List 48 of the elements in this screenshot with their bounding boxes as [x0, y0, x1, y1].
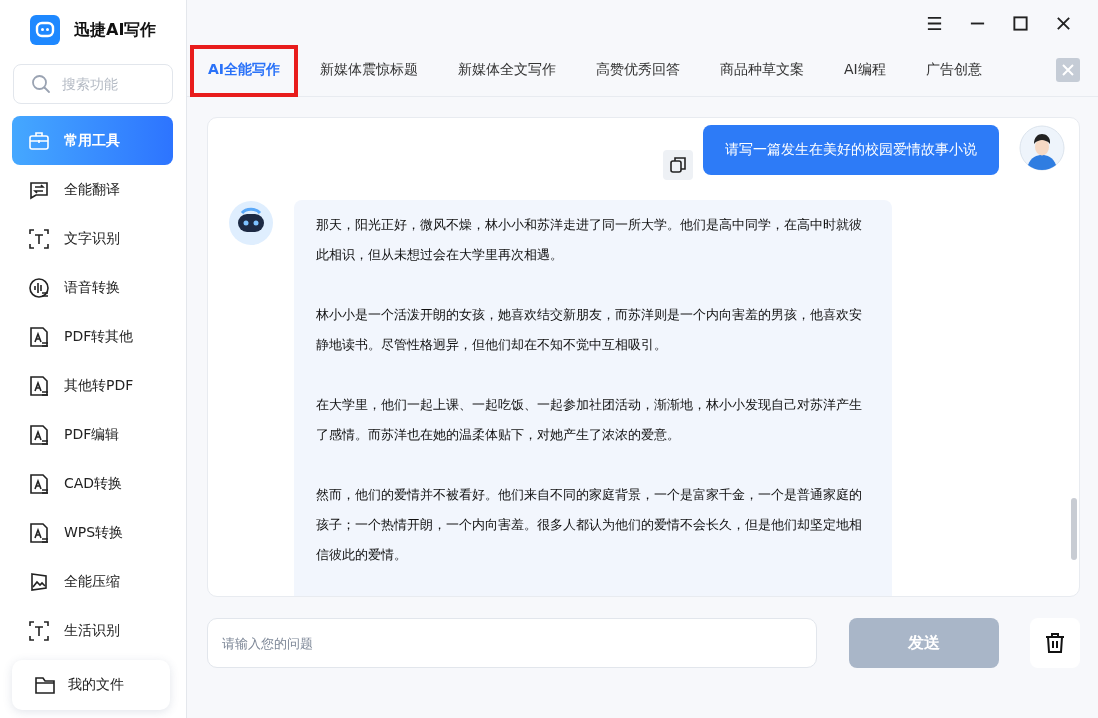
search-field[interactable]: 搜索功能	[13, 64, 173, 104]
search-icon	[31, 74, 51, 94]
text-scan-icon	[28, 619, 50, 642]
document-icon	[28, 472, 50, 495]
trash-icon	[1043, 631, 1067, 655]
document-icon	[28, 423, 50, 446]
menu-icon[interactable]	[926, 14, 943, 32]
copy-icon[interactable]	[663, 150, 693, 180]
app-title: 迅捷AI写作	[74, 19, 157, 41]
question-input[interactable]: 请输入您的问题	[207, 618, 817, 668]
sidebar-item[interactable]: 语音转换	[12, 263, 173, 312]
message-paragraph: 然而，他们的爱情并不被看好。他们来自不同的家庭背景，一个是富家千金，一个是普通家庭的孩子；一个热情开朗，一个内向害羞。很多人都认为他们的爱情不会长久，但是他们却坚定地相信彼此的爱情。	[316, 486, 863, 564]
sidebar-item[interactable]: WPS转换	[12, 508, 173, 557]
document-icon	[28, 325, 50, 348]
sound-wave-icon	[28, 276, 50, 299]
message-paragraph: 林小小是一个活泼开朗的女孩，她喜欢结交新朋友，而苏洋则是一个内向害羞的男孩，他喜欢安静地读书。尽管性格迥异，但他们却在不知不觉中互相吸引。	[316, 306, 863, 354]
tab[interactable]: 商品种草文案	[704, 47, 821, 95]
delete-button[interactable]	[1030, 618, 1080, 668]
scrollbar-thumb[interactable]	[1071, 498, 1077, 560]
tab[interactable]: 新媒体全文写作	[442, 47, 573, 95]
sidebar-item[interactable]: CAD转换	[12, 459, 173, 508]
message-paragraph: 那天，阳光正好，微风不燥，林小小和苏洋走进了同一所大学。他们是高中同学，在高中时就彼此相识，但从未想过会在大学里再次相遇。	[316, 216, 863, 264]
folder-icon	[34, 674, 56, 696]
user-message: 请写一篇发生在美好的校园爱情故事小说	[703, 125, 999, 175]
user-avatar-icon	[1019, 125, 1065, 171]
message-paragraph: 在大学里，他们一起上课、一起吃饭、一起参加社团活动，渐渐地，林小小发现自己对苏洋产生了感情。而苏洋也在她的温柔体贴下，对她产生了浓浓的爱意。	[316, 396, 863, 444]
app-logo-icon	[30, 15, 60, 45]
sidebar-item[interactable]: 文字识别	[12, 214, 173, 263]
toolbox-icon	[28, 129, 50, 152]
document-icon	[28, 521, 50, 544]
tab[interactable]: 高赞优秀回答	[580, 47, 697, 95]
sidebar-item[interactable]: 全能压缩	[12, 557, 173, 606]
sidebar-item[interactable]: 全能翻译	[12, 165, 173, 214]
sidebar-item[interactable]: PDF转其他	[12, 312, 173, 361]
sidebar-item[interactable]: 其他转PDF	[12, 361, 173, 410]
tab[interactable]: AI全能写作	[192, 47, 297, 95]
maximize-icon[interactable]	[1012, 14, 1029, 32]
sidebar-item[interactable]: 生活识别	[12, 606, 173, 655]
sidebar-item[interactable]: PDF编辑	[12, 410, 173, 459]
robot-avatar-icon	[228, 200, 274, 246]
document-icon	[28, 374, 50, 397]
tab[interactable]: 广告创意	[909, 47, 998, 95]
tab[interactable]: AI编程	[828, 47, 902, 95]
close-icon[interactable]	[1055, 14, 1072, 32]
image-frame-icon	[28, 570, 50, 593]
my-files-button[interactable]: 我的文件	[12, 660, 170, 710]
tab[interactable]: 新媒体震惊标题	[304, 47, 435, 95]
text-scan-icon	[28, 227, 50, 250]
